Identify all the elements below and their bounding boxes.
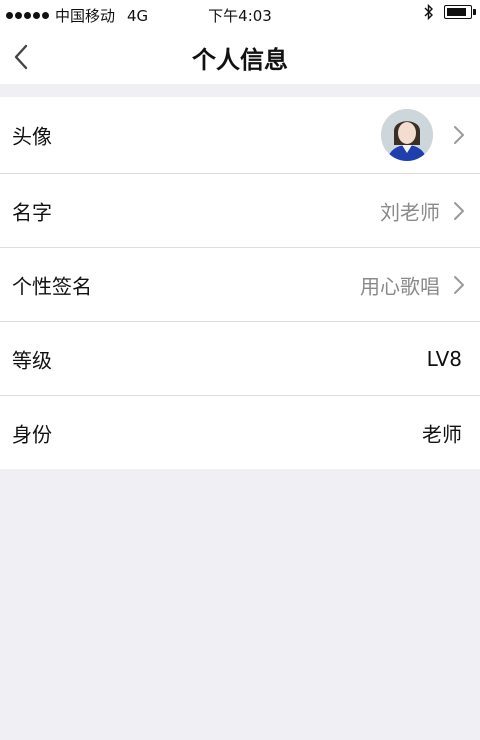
avatar-photo	[381, 109, 433, 161]
chevron-right-icon	[454, 201, 464, 220]
chevron-right-icon	[454, 126, 464, 144]
status-right	[424, 4, 476, 20]
status-bar: 中国移动 4G 下午4:03	[0, 0, 480, 30]
row-name[interactable]: 名字 刘老师	[0, 174, 480, 248]
personal-info-screen: 中国移动 4G 下午4:03 个人信息 头像 名字 刘老师 个性签名 用心歌唱 …	[0, 0, 480, 740]
navigation-bar: 个人信息	[0, 30, 480, 84]
row-value-identity: 老师	[422, 422, 462, 446]
row-label-level: 等级	[12, 348, 52, 372]
bluetooth-icon	[424, 4, 433, 20]
battery-level	[447, 8, 466, 16]
row-identity: 身份 老师	[0, 396, 480, 469]
row-label-avatar: 头像	[12, 124, 52, 149]
chevron-right-icon	[454, 275, 464, 294]
row-value-name: 刘老师	[380, 200, 440, 224]
row-value-signature: 用心歌唱	[360, 274, 440, 298]
row-label-identity: 身份	[12, 422, 52, 446]
avatar[interactable]	[381, 109, 433, 161]
row-level: 等级 LV8	[0, 322, 480, 396]
row-signature[interactable]: 个性签名 用心歌唱	[0, 248, 480, 322]
row-value-level: LV8	[426, 346, 462, 371]
row-label-signature: 个性签名	[12, 274, 92, 298]
battery-icon	[444, 5, 476, 19]
row-avatar[interactable]: 头像	[0, 97, 480, 174]
row-label-name: 名字	[12, 200, 52, 224]
status-time: 下午4:03	[208, 7, 272, 25]
profile-info-list: 头像 名字 刘老师 个性签名 用心歌唱 等级 LV8 身份 老师	[0, 97, 480, 469]
page-title: 个人信息	[192, 46, 288, 74]
